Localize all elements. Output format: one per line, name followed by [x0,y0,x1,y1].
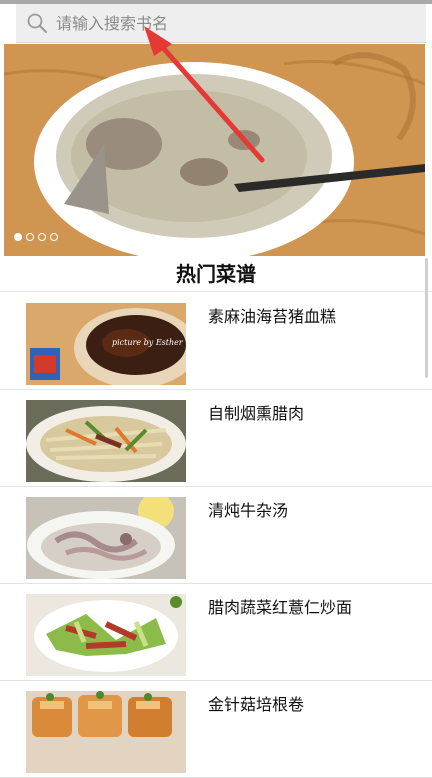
recipe-list: picture by Esther 素麻油海苔猪血糕 自制烟熏腊肉 清炖牛杂汤 … [0,293,432,778]
search-icon [27,13,47,33]
search-bar [0,0,432,44]
recipe-thumbnail: picture by Esther [26,303,186,385]
recipe-item-5[interactable]: 金针菇培根卷 [0,681,432,778]
recipe-item-1[interactable]: picture by Esther 素麻油海苔猪血糕 [0,293,432,390]
recipe-thumbnail [26,691,186,773]
carousel-dot-4[interactable] [50,233,58,241]
carousel-dot-1[interactable] [14,233,22,241]
recipe-thumbnail [26,594,186,676]
recipe-title: 自制烟熏腊肉 [208,404,305,423]
section-title: 热门菜谱 [0,257,432,292]
thumbnail-caption: picture by Esther [112,338,184,347]
scrollbar[interactable] [425,258,428,378]
recipe-title: 金针菇培根卷 [208,695,305,714]
carousel-dots [14,233,58,241]
banner-carousel[interactable] [4,44,425,256]
search-box[interactable] [16,4,426,43]
recipe-thumbnail [26,497,186,579]
banner-image [4,44,425,256]
recipe-title: 素麻油海苔猪血糕 [208,307,337,326]
recipe-thumbnail [26,400,186,482]
carousel-dot-3[interactable] [38,233,46,241]
carousel-dot-2[interactable] [26,233,34,241]
recipe-item-2[interactable]: 自制烟熏腊肉 [0,390,432,487]
recipe-item-4[interactable]: 腊肉蔬菜红薏仁炒面 [0,584,432,681]
search-input[interactable] [56,13,356,33]
recipe-title: 清炖牛杂汤 [208,501,289,520]
recipe-item-3[interactable]: 清炖牛杂汤 [0,487,432,584]
recipe-title: 腊肉蔬菜红薏仁炒面 [208,598,353,617]
